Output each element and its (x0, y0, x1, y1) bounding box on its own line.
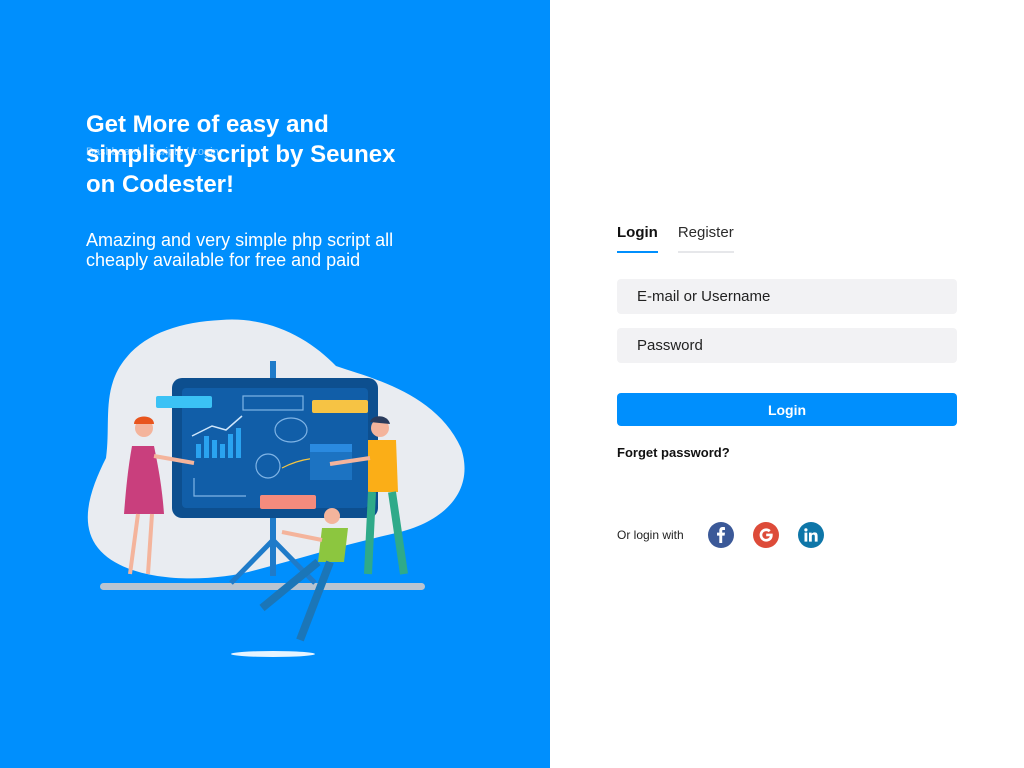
linkedin-login-button[interactable] (797, 521, 824, 548)
team-presentation-illustration (87, 319, 465, 657)
tab-login[interactable]: Login (617, 224, 658, 253)
facebook-icon (716, 526, 725, 543)
login-button[interactable]: Login (617, 393, 957, 426)
social-login-row: Or login with (617, 521, 843, 548)
password-input[interactable] (617, 328, 957, 363)
hero-subtitle: Amazing and very simple php script all c… (86, 230, 394, 270)
forget-password-link[interactable]: Forget password? (617, 445, 730, 460)
hero-panel: Get More of easy and simplicity script b… (0, 0, 550, 768)
auth-tabs: Login Register (617, 224, 734, 253)
social-login-label: Or login with (617, 527, 684, 542)
tab-register[interactable]: Register (677, 224, 734, 253)
login-page: Get More of easy and simplicity script b… (0, 0, 1024, 768)
linkedin-icon (804, 527, 818, 542)
facebook-login-button[interactable] (707, 521, 734, 548)
auth-panel: Login Register Login Forget password? Or… (550, 0, 1024, 768)
email-username-input[interactable] (617, 279, 957, 314)
google-login-button[interactable] (752, 521, 779, 548)
google-icon (759, 527, 773, 542)
hero-overlap-caption: Dashboard / Scripts / Login (86, 146, 219, 158)
